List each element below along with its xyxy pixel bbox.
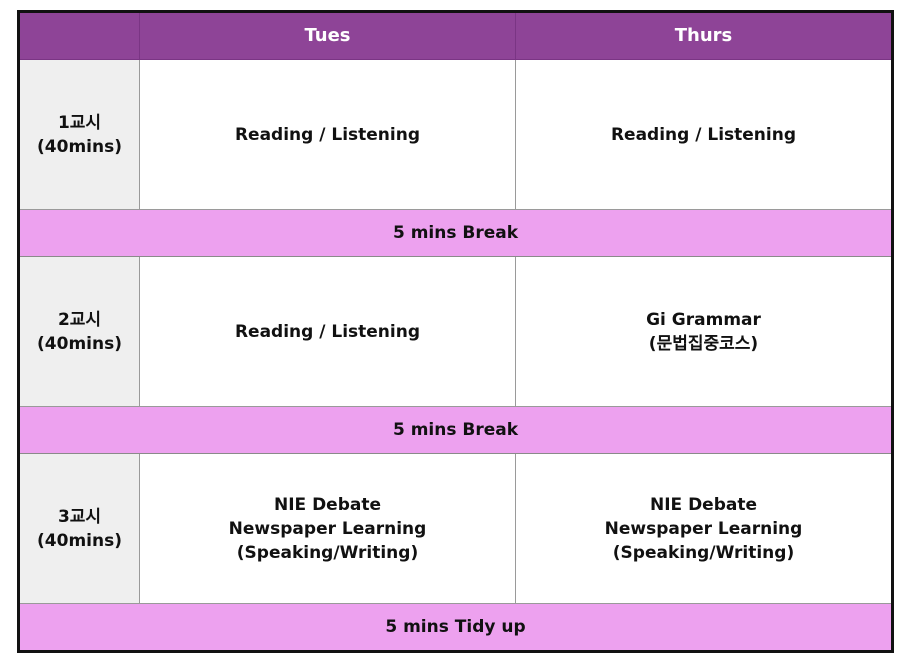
class-subtext: (문법집중코스) — [648, 333, 759, 354]
period-number: 2교시 — [57, 309, 102, 330]
tues-class-2: Reading / Listening — [139, 256, 516, 407]
break-row-2: 5 mins Break — [18, 406, 893, 454]
class-text: (Speaking/Writing) — [236, 542, 419, 563]
break-label-1: 5 mins Break — [18, 209, 893, 257]
period-label-3: 3교시 (40mins) — [18, 453, 140, 604]
class-text: Newspaper Learning — [228, 518, 427, 539]
period-row-1: 1교시 (40mins) Reading / Listening Reading… — [18, 59, 893, 210]
break-row-3: 5 mins Tidy up — [18, 603, 893, 652]
period-label-1: 1교시 (40mins) — [18, 59, 140, 210]
class-text: (Speaking/Writing) — [612, 542, 795, 563]
tues-class-1: Reading / Listening — [139, 59, 516, 210]
period-label-2: 2교시 (40mins) — [18, 256, 140, 407]
tidy-up-label: 5 mins Tidy up — [18, 603, 893, 652]
class-text: NIE Debate — [273, 494, 382, 515]
class-text: Reading / Listening — [234, 321, 421, 342]
class-text: Newspaper Learning — [604, 518, 803, 539]
header-row: Tues Thurs — [18, 11, 893, 60]
period-number: 1교시 — [57, 112, 102, 133]
period-row-2: 2교시 (40mins) Reading / Listening Gi Gram… — [18, 256, 893, 407]
break-label-2: 5 mins Break — [18, 406, 893, 454]
header-tuesday: Tues — [139, 11, 516, 60]
thurs-class-2: Gi Grammar (문법집중코스) — [515, 256, 893, 407]
thurs-class-3: NIE Debate Newspaper Learning (Speaking/… — [515, 453, 893, 604]
tues-class-3: NIE Debate Newspaper Learning (Speaking/… — [139, 453, 516, 604]
class-text: NIE Debate — [649, 494, 758, 515]
period-duration: (40mins) — [37, 136, 122, 157]
header-thursday: Thurs — [515, 11, 893, 60]
break-row-1: 5 mins Break — [18, 209, 893, 257]
period-duration: (40mins) — [37, 530, 122, 551]
thurs-class-1: Reading / Listening — [515, 59, 893, 210]
period-number: 3교시 — [57, 506, 102, 527]
class-text: Gi Grammar — [646, 309, 761, 330]
class-text: Reading / Listening — [234, 124, 421, 145]
period-row-3: 3교시 (40mins) NIE Debate Newspaper Learni… — [18, 453, 893, 604]
header-corner-cell — [18, 11, 140, 60]
period-duration: (40mins) — [37, 333, 122, 354]
class-text: Reading / Listening — [610, 124, 797, 145]
timetable: Tues Thurs 1교시 (40mins) Reading / Listen… — [17, 10, 894, 653]
